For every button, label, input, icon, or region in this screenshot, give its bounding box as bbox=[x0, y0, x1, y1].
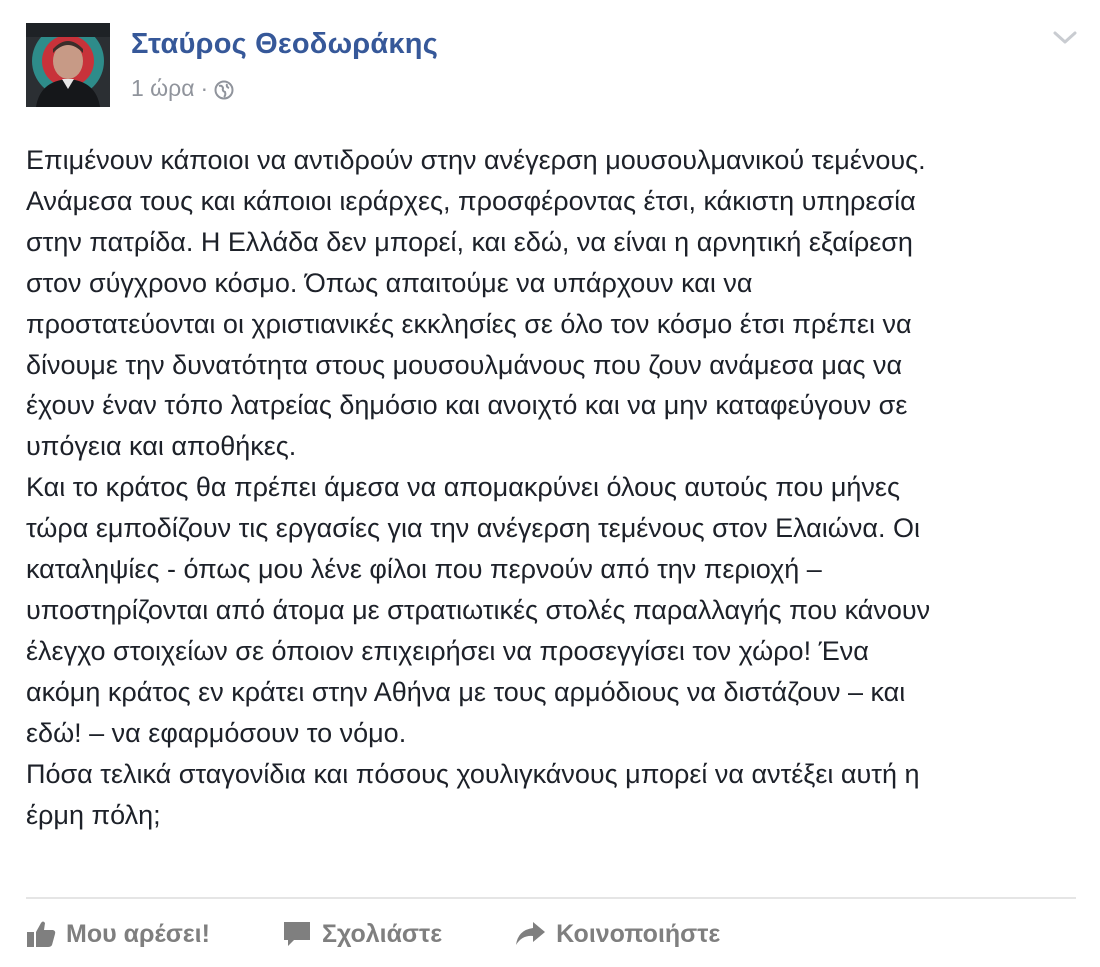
post-line: Επιμένουν κάποιοι να αντιδρούν στην ανέγ… bbox=[26, 145, 926, 175]
comment-label: Σχολιάστε bbox=[321, 919, 443, 948]
post-timestamp[interactable]: 1 ώρα bbox=[131, 75, 195, 102]
post-line: στον σύγχρονο κόσμο. Όπως απαιτούμε να υ… bbox=[26, 267, 753, 298]
post-line: στην πατρίδα. Η Ελλάδα δεν μπορεί, και ε… bbox=[26, 226, 913, 257]
thumbs-up-icon bbox=[26, 920, 56, 948]
chevron-down-icon[interactable] bbox=[1052, 28, 1078, 48]
avatar[interactable] bbox=[26, 23, 110, 107]
post-line: καταληψίες - όπως μου λένε φίλοι που περ… bbox=[26, 554, 822, 585]
post-line: υποστηρίζονται από άτομα με στρατιωτικές… bbox=[26, 594, 931, 625]
post-line: υπόγεια και αποθήκες. bbox=[26, 431, 297, 462]
actions-divider bbox=[26, 897, 1076, 899]
facebook-post: Σταύρος Θεοδωράκης 1 ώρα · Επιμένουν κάπ… bbox=[0, 0, 1100, 967]
post-line: προστατεύονται οι χριστιανικές εκκλησίες… bbox=[26, 308, 912, 339]
post-line: Πόσα τελικά σταγονίδια και πόσους χουλιγ… bbox=[26, 758, 920, 789]
post-body: Επιμένουν κάποιοι να αντιδρούν στην ανέγ… bbox=[26, 140, 1082, 835]
avatar-image bbox=[26, 23, 110, 107]
globe-icon[interactable] bbox=[214, 79, 234, 99]
author-name[interactable]: Σταύρος Θεοδωράκης bbox=[131, 28, 438, 61]
like-button[interactable]: Μου αρέσει! bbox=[26, 920, 210, 949]
comment-button[interactable]: Σχολιάστε bbox=[282, 920, 442, 949]
post-meta: 1 ώρα · bbox=[131, 75, 234, 102]
post-line: έρμη πόλη; bbox=[26, 799, 161, 830]
meta-separator: · bbox=[200, 75, 209, 101]
post-line: δίνουμε την δυνατότητα στους μουσουλμάνο… bbox=[26, 349, 903, 380]
post-line: Και το κράτος θα πρέπει άμεσα να απομακρ… bbox=[26, 472, 900, 503]
share-label: Κοινοποιήστε bbox=[556, 919, 721, 948]
post-line: έλεγχο στοιχείων σε όποιον επιχειρήσει ν… bbox=[26, 635, 869, 666]
share-arrow-icon bbox=[514, 920, 546, 948]
post-line: ακόμη κράτος εν κράτει στην Αθήνα με του… bbox=[26, 676, 906, 707]
comment-icon bbox=[282, 920, 312, 948]
like-label: Μου αρέσει! bbox=[66, 919, 210, 948]
post-line: Ανάμεσα τους και κάποιοι ιεράρχες, προσφ… bbox=[26, 185, 916, 216]
post-line: εδώ! – να εφαρμόσουν το νόμο. bbox=[26, 717, 407, 748]
share-button[interactable]: Κοινοποιήστε bbox=[514, 920, 720, 949]
post-line: έχουν έναν τόπο λατρείας δημόσιο και ανο… bbox=[26, 390, 908, 421]
post-actions: Μου αρέσει! Σχολιάστε Κοινοποιήστε bbox=[26, 912, 720, 956]
post-line: τώρα εμποδίζουν τις εργασίες για την ανέ… bbox=[26, 513, 920, 544]
